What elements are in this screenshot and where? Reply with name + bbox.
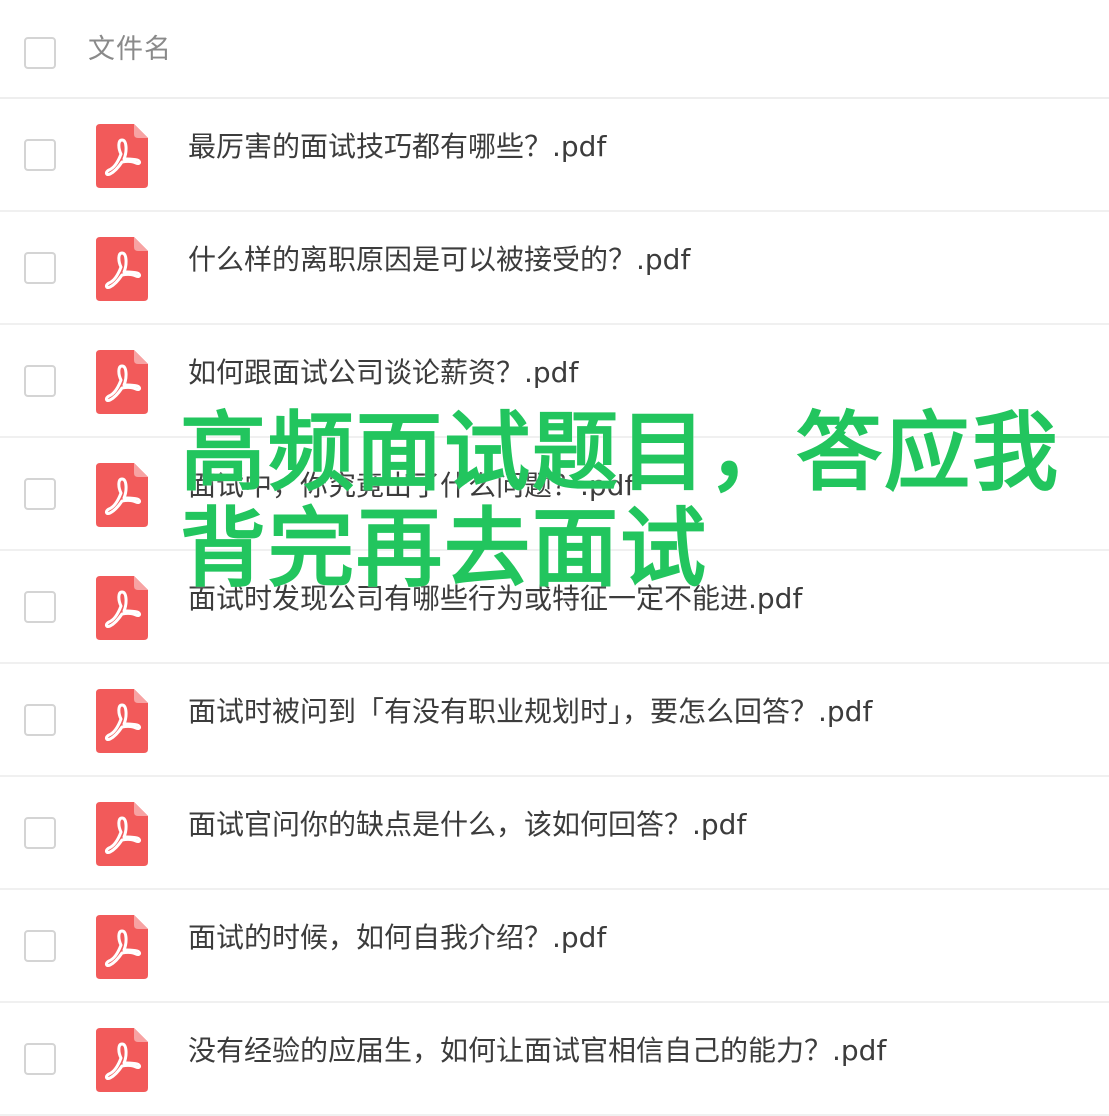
- pdf-icon: [96, 915, 148, 979]
- file-name[interactable]: 面试时发现公司有哪些行为或特征一定不能进.pdf: [188, 581, 802, 617]
- file-name[interactable]: 面试时被问到「有没有职业规划时」，要怎么回答？.pdf: [188, 694, 872, 730]
- file-row-checkbox[interactable]: [24, 365, 56, 397]
- file-row[interactable]: 面试官问你的缺点是什么，该如何回答？.pdf: [0, 777, 1109, 890]
- pdf-icon: [96, 576, 148, 640]
- file-row[interactable]: 面试的时候，如何自我介绍？.pdf: [0, 890, 1109, 1003]
- file-name[interactable]: 什么样的离职原因是可以被接受的？.pdf: [188, 242, 690, 278]
- file-name[interactable]: 如何跟面试公司谈论薪资？.pdf: [188, 355, 578, 391]
- file-row[interactable]: 没有经验的应届生，如何让面试官相信自己的能力？.pdf: [0, 1003, 1109, 1116]
- file-rows: 最厉害的面试技巧都有哪些？.pdf 什么样的离职原因是可以被接受的？.pdf 如何跟…: [0, 99, 1109, 1116]
- file-row-checkbox[interactable]: [24, 704, 56, 736]
- file-name[interactable]: 面试中，你究竟出了什么问题？.pdf: [188, 468, 634, 504]
- file-row[interactable]: 面试时发现公司有哪些行为或特征一定不能进.pdf: [0, 551, 1109, 664]
- select-all-checkbox[interactable]: [24, 37, 56, 69]
- file-row-checkbox[interactable]: [24, 478, 56, 510]
- pdf-icon: [96, 463, 148, 527]
- file-row-checkbox[interactable]: [24, 591, 56, 623]
- pdf-icon: [96, 1028, 148, 1092]
- file-name[interactable]: 面试官问你的缺点是什么，该如何回答？.pdf: [188, 807, 746, 843]
- file-name[interactable]: 面试的时候，如何自我介绍？.pdf: [188, 920, 606, 956]
- file-name[interactable]: 最厉害的面试技巧都有哪些？.pdf: [188, 129, 606, 165]
- file-list: 文件名 最厉害的面试技巧都有哪些？.pdf 什么样的离职原因是可以被接受的？.pd…: [0, 0, 1109, 1116]
- file-list-header: 文件名: [0, 0, 1109, 99]
- pdf-icon: [96, 237, 148, 301]
- pdf-icon: [96, 350, 148, 414]
- file-row-checkbox[interactable]: [24, 139, 56, 171]
- file-row[interactable]: 面试时被问到「有没有职业规划时」，要怎么回答？.pdf: [0, 664, 1109, 777]
- file-row[interactable]: 如何跟面试公司谈论薪资？.pdf: [0, 325, 1109, 438]
- pdf-icon: [96, 802, 148, 866]
- file-row-checkbox[interactable]: [24, 930, 56, 962]
- file-row[interactable]: 什么样的离职原因是可以被接受的？.pdf: [0, 212, 1109, 325]
- column-header-filename[interactable]: 文件名: [88, 30, 172, 70]
- file-row-checkbox[interactable]: [24, 817, 56, 849]
- file-row-checkbox[interactable]: [24, 252, 56, 284]
- pdf-icon: [96, 689, 148, 753]
- file-row[interactable]: 面试中，你究竟出了什么问题？.pdf: [0, 438, 1109, 551]
- pdf-icon: [96, 124, 148, 188]
- file-row[interactable]: 最厉害的面试技巧都有哪些？.pdf: [0, 99, 1109, 212]
- file-name[interactable]: 没有经验的应届生，如何让面试官相信自己的能力？.pdf: [188, 1033, 886, 1069]
- file-row-checkbox[interactable]: [24, 1043, 56, 1075]
